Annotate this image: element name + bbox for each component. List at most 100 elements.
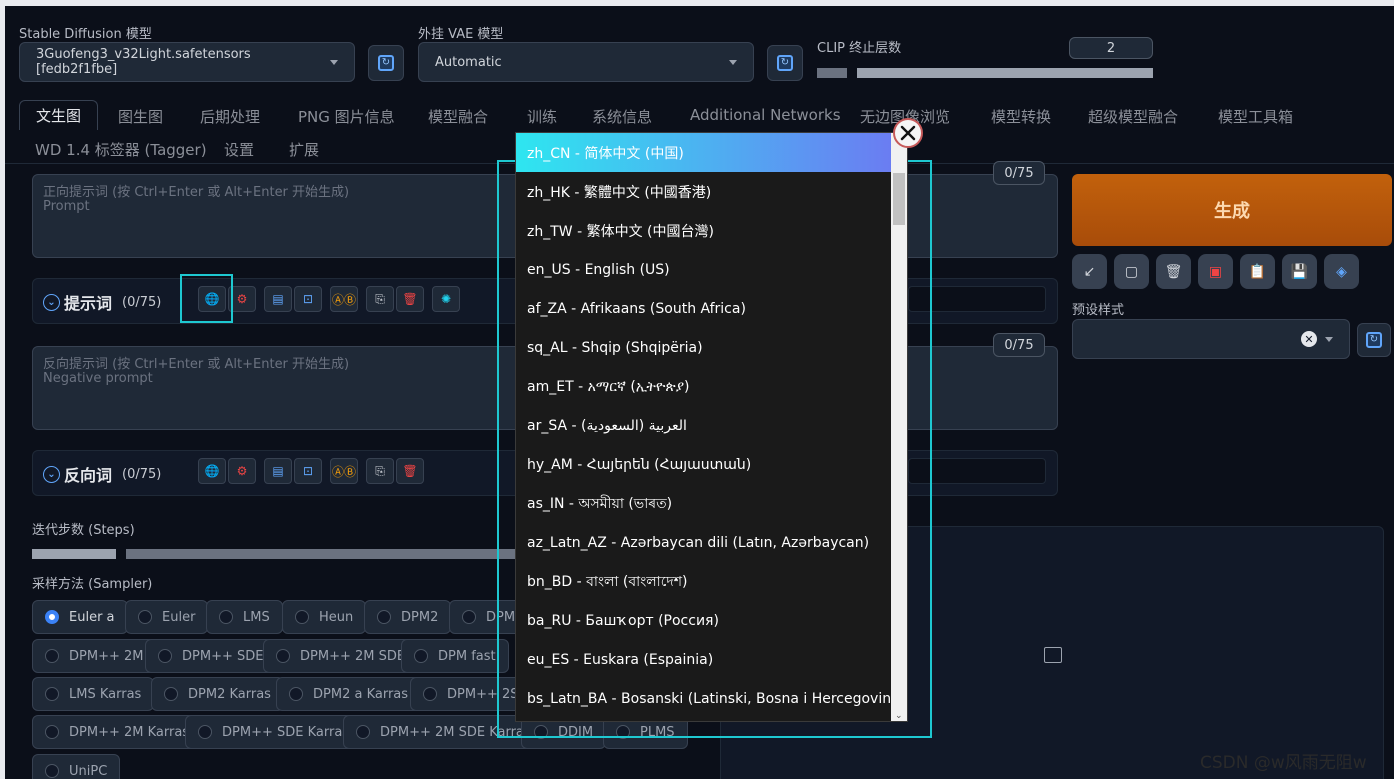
file-list-icon[interactable]: ▤ [264,458,292,484]
clear-icon[interactable]: ✕ [1301,331,1317,347]
tab-png-info[interactable]: PNG 图片信息 [298,106,395,127]
sampler-option[interactable]: DPM++ 2M SDE [263,639,419,673]
tab-super-merge[interactable]: 超级模型融合 [1088,106,1178,127]
language-option[interactable]: en_US - English (US) [516,250,893,289]
tab-img2img[interactable]: 图生图 [118,106,163,127]
sampler-option[interactable]: Euler a [32,600,128,634]
tab-model-toolbox[interactable]: 模型工具箱 [1218,106,1293,127]
preset-refresh-button[interactable]: ↻ [1357,323,1391,357]
negative-section-title[interactable]: ⌄ 反向词 (0/75) [43,462,161,486]
preset-style-dropdown[interactable]: ✕ [1072,319,1350,359]
tab-extensions[interactable]: 扩展 [289,139,319,160]
sampler-option-label: Euler a [69,609,115,625]
sampler-option[interactable]: Heun [282,600,367,634]
prompt-toolbar: 🌐 ⚙ ▤ ⊡ ⒶⒷ ⎘ 🗑 ✺ [198,286,462,312]
close-icon[interactable] [893,118,923,148]
tab-merge[interactable]: 模型融合 [428,106,488,127]
scrollbar-thumb[interactable] [893,173,905,225]
language-option[interactable]: bn_BD - বাংলা (বাংলাদেশ) [516,562,893,601]
sampler-option[interactable]: LMS Karras [32,677,155,711]
sampler-option-label: Euler [162,609,196,625]
sd-refresh-button[interactable]: ↻ [368,45,404,81]
trash-icon[interactable]: 🗑 [1156,254,1191,289]
copy-icon[interactable]: ⎘ [366,458,394,484]
vae-label: 外挂 VAE 模型 [418,27,504,42]
sampler-option[interactable]: LMS [206,600,283,634]
clip-value-input[interactable]: 2 [1069,37,1153,59]
language-option[interactable]: zh_TW - 繁体中文 (中國台灣) [516,211,893,250]
sampler-option[interactable]: Euler [125,600,209,634]
openai-icon[interactable]: ✺ [432,286,460,312]
sd-model-dropdown[interactable]: 3Guofeng3_v32Light.safetensors [fedb2f1f… [19,42,355,82]
language-option[interactable]: ar_SA - العربية (السعودية) [516,406,893,445]
trash-icon[interactable]: 🗑 [396,458,424,484]
tab-txt2img[interactable]: 文生图 [19,100,99,130]
sampler-option[interactable]: DPM2 Karras [151,677,284,711]
save-icon[interactable]: 💾 [1282,254,1317,289]
language-option[interactable]: bs_Latn_BA - Bosanski (Latinski, Bosna i… [516,679,905,718]
language-option[interactable]: as_IN - অসমীয়া (ভাৰত) [516,484,893,523]
clipboard-icon[interactable]: ▢ [1114,254,1149,289]
sampler-option[interactable]: DPM++ 2M Karras [32,715,203,749]
prompt-section-title[interactable]: ⌄ 提示词 (0/75) [43,290,161,314]
chevron-down-icon [330,59,338,65]
language-option[interactable]: eu_ES - Euskara (Espainia) [516,640,893,679]
sampler-option-label: DPM++ 2M Karras [69,724,190,740]
tab-model-convert[interactable]: 模型转换 [991,106,1051,127]
sampler-option[interactable]: DPM++ 2M [32,639,157,673]
vae-dropdown[interactable]: Automatic [418,42,754,82]
tab-additional-networks[interactable]: Additional Networks [690,106,841,124]
tab-tagger[interactable]: WD 1.4 标签器 (Tagger) [35,139,207,160]
sampler-option[interactable]: DPM++ SDE [145,639,277,673]
trash-icon[interactable]: 🗑 [396,286,424,312]
language-option[interactable]: zh_HK - 繁體中文 (中國香港) [516,172,893,211]
sampler-option[interactable]: DPM++ SDE Karras [185,715,363,749]
negative-section-count: (0/75) [122,466,162,482]
chevron-down-icon: ⌄ [43,465,60,483]
language-option[interactable]: af_ZA - Afrikaans (South Africa) [516,289,893,328]
sampler-option-label: DPM++ SDE [182,648,264,664]
globe-highlight-box [180,274,233,323]
language-option[interactable]: am_ET - አማርኛ (ኢትዮጵያ) [516,367,893,406]
steps-slider-fill[interactable] [32,549,116,559]
tab-extras[interactable]: 后期处理 [200,106,260,127]
scroll-down-arrow-icon[interactable]: ⌄ [895,711,903,721]
clip-slider-fill[interactable] [817,68,847,78]
sampler-option-label: DPM2 a Karras [313,686,409,702]
sampler-option[interactable]: DPM2 [364,600,452,634]
paste-icon[interactable]: 📋 [1240,254,1275,289]
translate-globe-icon[interactable]: 🌐 [198,458,226,484]
file-list-icon[interactable]: ▤ [264,286,292,312]
language-option[interactable]: zh_CN - 简体中文 (中国) [516,133,893,172]
sampler-option[interactable]: DPM2 a Karras [276,677,422,711]
sampler-option-label: DPM++ 2M SDE [300,648,406,664]
settings-gear-icon[interactable]: ⚙ [228,458,256,484]
dropdown-scrollbar[interactable]: ⌄ [891,133,907,721]
ab-icon[interactable]: ⒶⒷ [330,458,358,484]
bookmark-icon[interactable]: ⊡ [294,458,322,484]
sd-model-value: 3Guofeng3_v32Light.safetensors [fedb2f1f… [36,47,251,77]
action-buttons-row: ↙ ▢ 🗑 ▣ 📋 💾 ◈ [1072,254,1359,289]
language-option[interactable]: hy_AM - Հայերեն (Հայաստան) [516,445,893,484]
copy-icon[interactable]: ⎘ [366,286,394,312]
generate-button[interactable]: 生成 [1072,174,1392,246]
extra-network-icon[interactable]: ◈ [1324,254,1359,289]
ab-icon[interactable]: ⒶⒷ [330,286,358,312]
tab-settings[interactable]: 设置 [224,139,254,160]
sampler-option[interactable]: DPM fast [401,639,509,673]
chevron-down-icon [729,59,737,65]
sampler-option[interactable]: UniPC [32,754,121,779]
clip-slider-track[interactable] [857,68,1153,78]
language-dropdown-list[interactable]: zh_CN - 简体中文 (中国) zh_HK - 繁體中文 (中國香港) zh… [515,132,908,722]
chevron-down-icon [1325,336,1333,342]
bookmark-icon[interactable]: ⊡ [294,286,322,312]
watermark-text: CSDN @w风雨无阻w [1200,753,1367,773]
tab-system-info[interactable]: 系统信息 [592,106,652,127]
arrow-in-icon[interactable]: ↙ [1072,254,1107,289]
language-option[interactable]: az_Latn_AZ - Azərbaycan dili (Latın, Azə… [516,523,893,562]
language-option[interactable]: sq_AL - Shqip (Shqipëria) [516,328,893,367]
vae-refresh-button[interactable]: ↻ [767,45,803,81]
red-card-icon[interactable]: ▣ [1198,254,1233,289]
tab-train[interactable]: 训练 [527,106,557,127]
language-option[interactable]: ba_RU - Башҡорт (Россия) [516,601,893,640]
